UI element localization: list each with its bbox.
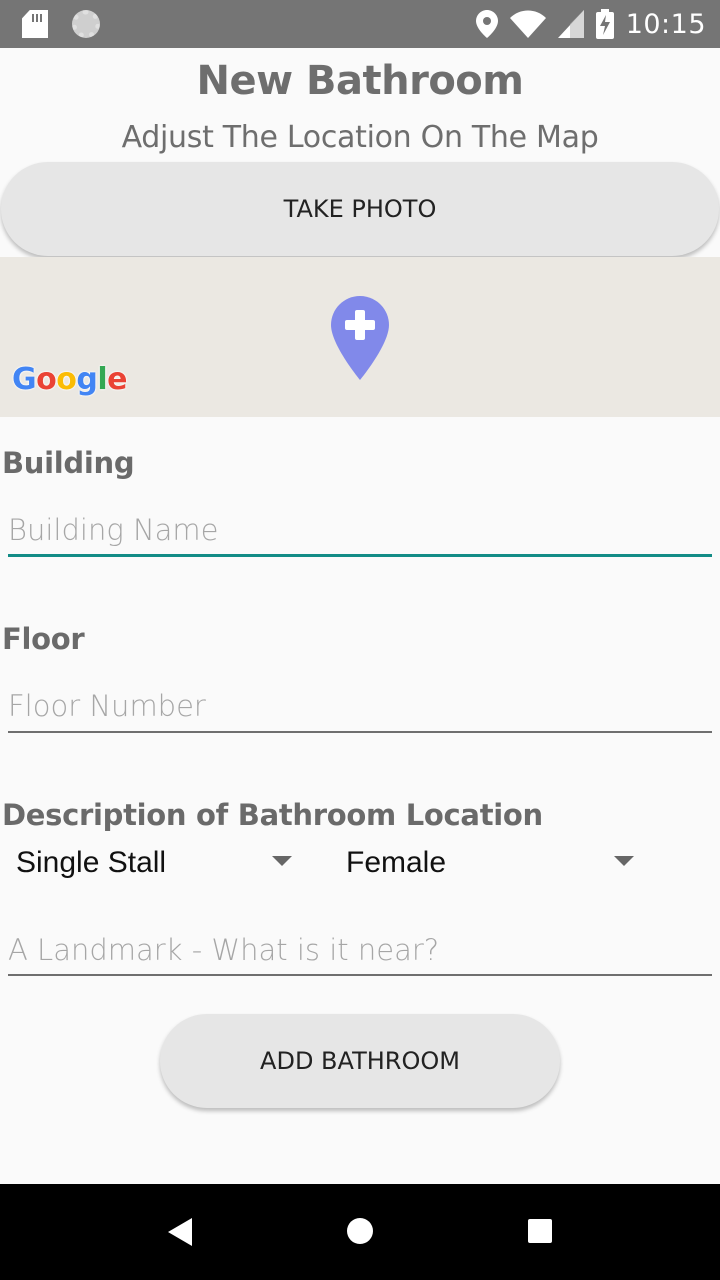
google-logo-letter: o (36, 362, 57, 397)
chevron-down-icon[interactable] (614, 856, 634, 866)
take-photo-button[interactable]: TAKE PHOTO (1, 162, 719, 256)
add-bathroom-button[interactable]: ADD BATHROOM (160, 1014, 560, 1108)
google-logo-letter: o (56, 362, 77, 397)
floor-label: Floor (2, 622, 85, 656)
building-name-input[interactable] (8, 500, 712, 560)
status-bar: 10:15 (0, 0, 720, 48)
stall-type-value: Single Stall (16, 846, 167, 879)
google-logo-letter: l (97, 362, 108, 397)
gender-select[interactable]: Female (346, 838, 638, 888)
chevron-down-icon[interactable] (272, 856, 292, 866)
add-location-pin-icon[interactable] (331, 296, 389, 380)
wifi-icon (509, 10, 546, 38)
battery-charging-icon (595, 9, 614, 39)
sd-card-icon (22, 10, 48, 38)
recent-apps-icon[interactable] (528, 1219, 552, 1243)
page-subtitle: Adjust The Location On The Map (121, 120, 599, 155)
google-logo-letter: g (76, 362, 98, 397)
google-logo-letter: e (107, 362, 128, 397)
status-time: 10:15 (625, 8, 706, 40)
landmark-input-underline (8, 974, 712, 976)
status-right-icons: 10:15 (475, 0, 706, 48)
home-icon[interactable] (347, 1218, 373, 1244)
google-logo-letter: G (12, 362, 37, 397)
gender-value: Female (346, 846, 447, 879)
stall-type-select[interactable]: Single Stall (16, 838, 296, 888)
signal-icon (557, 10, 584, 38)
floor-input-underline (8, 731, 712, 733)
status-left-icons (22, 10, 100, 38)
landmark-input[interactable] (8, 920, 712, 980)
floor-number-input[interactable] (8, 676, 712, 736)
google-logo: Google (12, 362, 128, 397)
description-label: Description of Bathroom Location (2, 798, 543, 832)
loader-icon (72, 10, 100, 38)
building-label: Building (2, 446, 135, 480)
back-icon[interactable] (168, 1218, 192, 1246)
building-input-underline (8, 554, 712, 557)
page-title: New Bathroom (196, 58, 524, 104)
location-icon (475, 10, 498, 38)
